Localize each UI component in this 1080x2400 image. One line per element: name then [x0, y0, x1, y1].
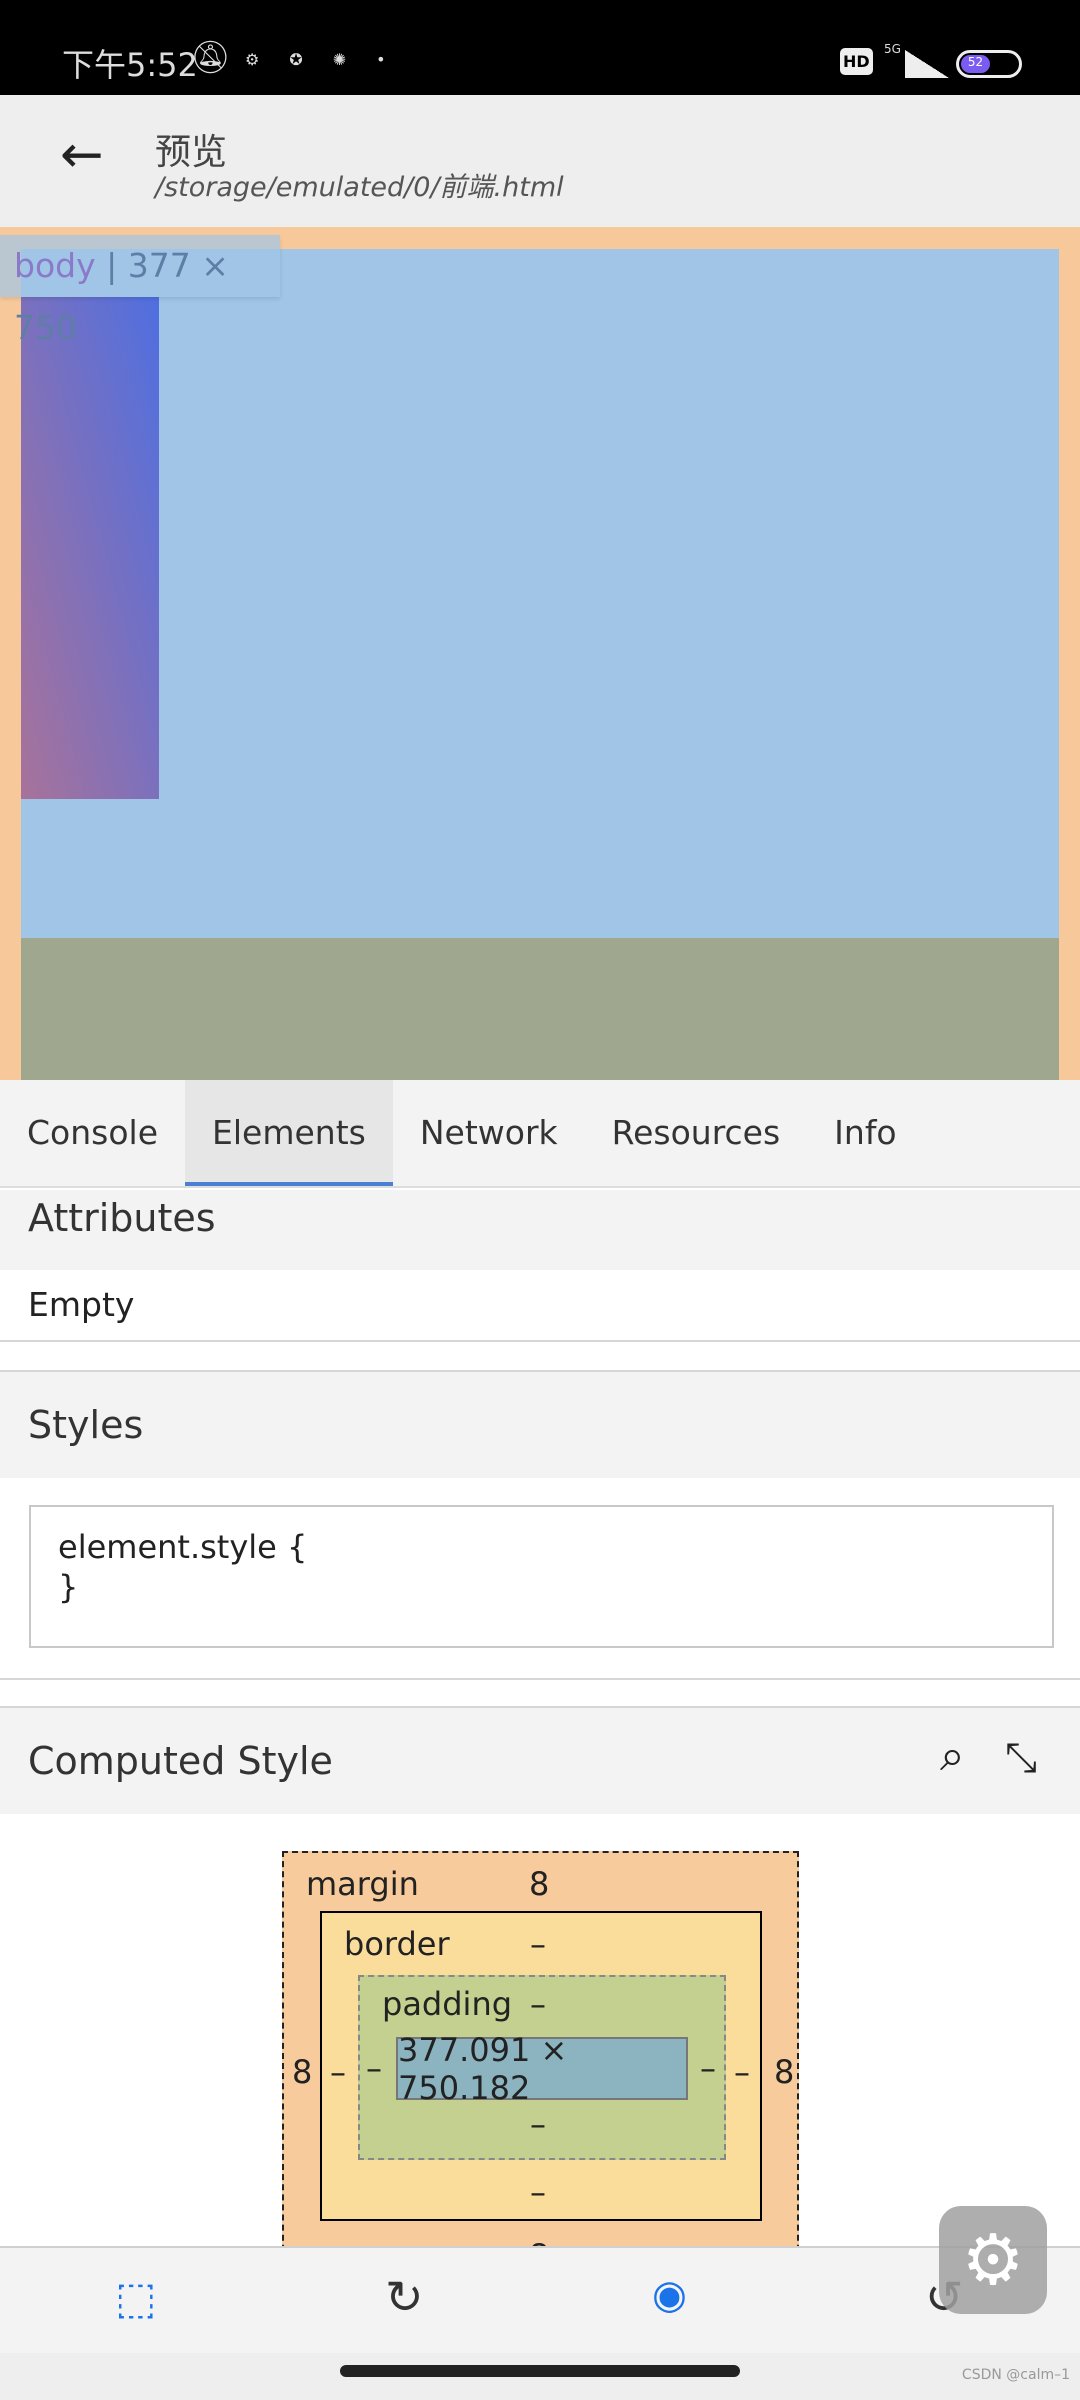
padding-bottom: – — [530, 2105, 546, 2143]
clock: 下午5:52 — [62, 46, 198, 84]
tab-console[interactable]: Console — [0, 1080, 185, 1186]
web-preview[interactable]: body | 377 × 750 — [0, 227, 1080, 1080]
border-right: – — [734, 2053, 750, 2091]
notification-icons: ⚙✪✺• — [245, 50, 416, 69]
hd-icon: HD — [840, 48, 873, 75]
tab-info[interactable]: Info — [807, 1080, 923, 1186]
select-element-icon[interactable]: ⬚ — [115, 2273, 157, 2324]
computed-style-heading: Computed Style — [0, 1708, 1080, 1814]
tab-network[interactable]: Network — [393, 1080, 585, 1186]
border-left: – — [330, 2053, 346, 2091]
box-model-padding: padding – – – – 377.091 × 750.182 — [358, 1975, 726, 2160]
margin-left: 8 — [292, 2053, 313, 2091]
box-model-margin: margin 8 8 8 8 border – – – – padding – … — [282, 1851, 799, 2275]
home-indicator[interactable] — [340, 2365, 740, 2377]
padding-top: – — [530, 1985, 546, 2023]
style-rule-close: } — [58, 1568, 79, 1606]
search-icon[interactable]: ⌕ — [940, 1730, 965, 1781]
styles-box[interactable]: element.style { } — [29, 1505, 1054, 1648]
network-label: 5G — [884, 42, 901, 56]
refresh-icon[interactable]: ↻ — [385, 2270, 424, 2324]
tab-resources[interactable]: Resources — [585, 1080, 808, 1186]
box-model-content: 377.091 × 750.182 — [396, 2031, 688, 2107]
back-arrow-icon[interactable]: ← — [60, 125, 104, 185]
settings-gear-icon[interactable]: ⚙ — [939, 2206, 1047, 2314]
body-margin-bottom — [21, 938, 1059, 1080]
signal-icon — [905, 50, 949, 78]
file-path: /storage/emulated/0/前端.html — [155, 172, 564, 203]
devtools-tabs: Console Elements Network Resources Info — [0, 1080, 1080, 1188]
element-tooltip: body | 377 × 750 — [0, 235, 280, 347]
border-top: – — [530, 1925, 546, 1963]
collapse-icon[interactable]: ⤡ — [1005, 1735, 1037, 1781]
attributes-heading: Attributes — [0, 1190, 1080, 1270]
divider — [0, 1340, 1080, 1342]
box-model-border: border – – – – padding – – – – 377.091 ×… — [320, 1911, 762, 2221]
navigation-bar: CSDN @calm–1 — [0, 2353, 1080, 2400]
style-rule-open: element.style { — [58, 1528, 308, 1566]
tab-elements[interactable]: Elements — [185, 1080, 393, 1186]
battery-icon: 52 — [956, 50, 1022, 78]
mute-icon: 🔕︎ — [190, 38, 231, 76]
eye-icon[interactable]: ◉ — [652, 2272, 687, 2318]
border-label: border — [344, 1925, 450, 1963]
margin-label: margin — [306, 1865, 419, 1903]
padding-right: – — [700, 2049, 716, 2087]
attributes-value: Empty — [28, 1285, 135, 1324]
divider — [0, 1678, 1080, 1680]
margin-top: 8 — [529, 1865, 550, 1903]
purple-box[interactable] — [21, 297, 159, 799]
padding-label: padding — [382, 1985, 513, 2023]
app-header: ← 预览 /storage/emulated/0/前端.html — [0, 95, 1080, 227]
bottom-toolbar: ⬚ ↻ ◉ ↺ — [0, 2246, 1080, 2353]
styles-heading: Styles — [0, 1372, 1080, 1478]
watermark: CSDN @calm–1 — [961, 2367, 1070, 2383]
body-highlight[interactable] — [21, 249, 1059, 938]
padding-left: – — [366, 2049, 382, 2087]
border-bottom: – — [530, 2173, 546, 2211]
margin-right: 8 — [774, 2053, 795, 2091]
status-bar: 下午5:52 🔕︎ ⚙✪✺• HD 5G 52 — [0, 0, 1080, 95]
